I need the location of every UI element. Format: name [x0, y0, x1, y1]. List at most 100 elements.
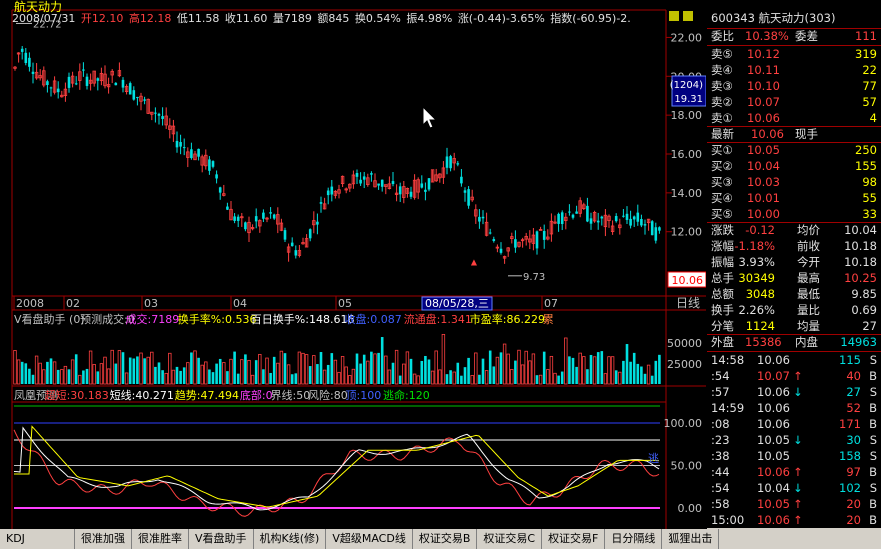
- stat-value: 2.26%: [738, 303, 775, 317]
- volume-bar-down: [640, 366, 643, 384]
- tick-time: 14:59: [711, 401, 745, 415]
- bar-low: 低11.58: [176, 12, 220, 25]
- volume-bar-down: [359, 363, 362, 384]
- tick-side: B: [869, 497, 877, 511]
- stat-label: 均量: [797, 319, 820, 333]
- stat-label: 换手: [711, 303, 734, 317]
- volume-bar-up: [70, 359, 75, 385]
- indicator-tab[interactable]: 日分隔线: [605, 529, 663, 549]
- volume-bar-up: [186, 362, 190, 385]
- escape-signal-mark: 逃: [648, 452, 659, 465]
- candle-down: [308, 229, 312, 239]
- volume-bar-up: [204, 361, 208, 385]
- volume-bar-up: [502, 343, 507, 385]
- indicator-tab[interactable]: 很准加强: [75, 529, 132, 549]
- indicator-header-item: 底部:0: [240, 388, 273, 402]
- ask-row[interactable]: 卖② 10.07 57: [707, 94, 881, 110]
- indicator-tab[interactable]: V看盘助手: [189, 529, 254, 549]
- candle-down: [96, 78, 100, 81]
- volume-bar-up: [549, 355, 554, 385]
- volume-bar-down: [427, 359, 431, 384]
- indicator-tick-label: 100.00: [664, 417, 703, 430]
- candle-down: [370, 173, 373, 175]
- indicator-tab[interactable]: 权证交易B: [412, 529, 478, 549]
- bid-row[interactable]: 买④ 10.01 55: [707, 190, 881, 206]
- ask-row[interactable]: 卖① 10.06 4: [707, 110, 881, 126]
- volume-bar-up: [434, 350, 438, 385]
- candle-down: [398, 186, 402, 195]
- quote-panel[interactable]: 600343 航天动力(303) 委比 10.38% 委差 111 卖⑤ 10.12 319 卖…: [707, 10, 881, 546]
- kline-chart-pane[interactable]: 22.0020.0018.0016.0014.0012.0022.729.73▲…: [0, 0, 707, 530]
- stat-label: 最低: [797, 287, 820, 301]
- diff-label: 委差: [795, 29, 818, 43]
- volume-bar-up: [229, 358, 233, 385]
- price-tick-label: 18.00: [671, 109, 703, 122]
- tick-volume: 20: [846, 497, 861, 511]
- candle-down: [128, 83, 132, 95]
- volume-bar-up: [124, 372, 129, 385]
- candle-down: [74, 83, 78, 85]
- bid-label: 买①: [711, 143, 733, 157]
- volume-bar-down: [316, 364, 319, 384]
- indicator-tab[interactable]: 很准胜率: [132, 529, 189, 549]
- ask-row[interactable]: 卖④ 10.11 22: [707, 62, 881, 78]
- stat-value: 30349: [738, 271, 775, 285]
- stock-title: 航天动力: [14, 0, 63, 14]
- candle-down: [143, 99, 146, 101]
- indicator-tab[interactable]: 权证交易C: [477, 529, 543, 549]
- volume-bar-down: [190, 352, 193, 384]
- bid-row[interactable]: 买① 10.05 250: [707, 142, 881, 158]
- bar-open: 开12.10: [80, 12, 124, 25]
- candle-down: [269, 212, 272, 214]
- bid-row[interactable]: 买③ 10.03 98: [707, 174, 881, 190]
- candle-down: [596, 220, 600, 223]
- volume-bar-down: [560, 371, 564, 384]
- time-tick-label: 03: [144, 297, 158, 310]
- volume-bar-up: [88, 350, 93, 385]
- volume-bar-down: [589, 354, 593, 384]
- chart-canvas[interactable]: 22.0020.0018.0016.0014.0012.0022.729.73▲…: [0, 0, 707, 530]
- indicator-tab[interactable]: KDJ: [0, 529, 75, 549]
- stat-row: 分笔 1124 均量 27: [707, 318, 881, 334]
- time-tick-label: 07: [544, 297, 558, 310]
- indicator-tab[interactable]: V超级MACD线: [326, 529, 413, 549]
- volume-bar-down: [215, 363, 218, 384]
- volume-bar-up: [351, 368, 356, 385]
- vol-header-item: V看盘助手 (0): [14, 312, 85, 326]
- indicator-header-item: 趋势:47.494: [175, 389, 239, 402]
- volume-bar-up: [193, 350, 197, 385]
- candle-down: [114, 82, 118, 86]
- volume-bar-down: [467, 357, 470, 384]
- bid-price: 10.00: [747, 207, 780, 221]
- stat-row: 总额 3048 最低 9.85: [707, 286, 881, 302]
- trade-tick-row: :44 10.06 ↑ 97 B: [707, 464, 881, 480]
- cursor-count-label: (1204): [670, 80, 703, 91]
- volume-bar-down: [377, 352, 380, 384]
- volume-bar-down: [632, 352, 636, 384]
- volume-bar-down: [308, 366, 312, 384]
- bid-label: 买⑤: [711, 207, 733, 221]
- candle-down: [85, 76, 89, 86]
- volume-bar-down: [643, 373, 647, 384]
- indicator-tab[interactable]: 机构K线(修): [253, 529, 327, 549]
- volume-bar-down: [445, 374, 449, 384]
- bid-row[interactable]: 买② 10.04 155: [707, 158, 881, 174]
- volume-bar-up: [16, 359, 21, 385]
- tick-price: 10.05: [757, 433, 790, 447]
- stat-label: 总额: [711, 287, 734, 301]
- tick-time: :38: [711, 449, 730, 463]
- bid-price: 10.05: [747, 143, 780, 157]
- volume-bar-up: [412, 373, 417, 385]
- volume-bar-down: [535, 375, 539, 384]
- ask-row[interactable]: 卖⑤ 10.12 319: [707, 46, 881, 62]
- indicator-tab[interactable]: 狐狸出击: [662, 529, 720, 549]
- ask-volume: 319: [855, 47, 877, 61]
- tick-side: S: [869, 481, 877, 495]
- tick-time: :54: [711, 481, 730, 495]
- volume-bar-up: [495, 356, 500, 385]
- ask-row[interactable]: 卖③ 10.10 77: [707, 78, 881, 94]
- tick-volume: 30: [846, 433, 861, 447]
- current-price-label: 10.06: [672, 274, 704, 287]
- indicator-tab[interactable]: 权证交易F: [542, 529, 606, 549]
- bid-row[interactable]: 买⑤ 10.00 33: [707, 206, 881, 222]
